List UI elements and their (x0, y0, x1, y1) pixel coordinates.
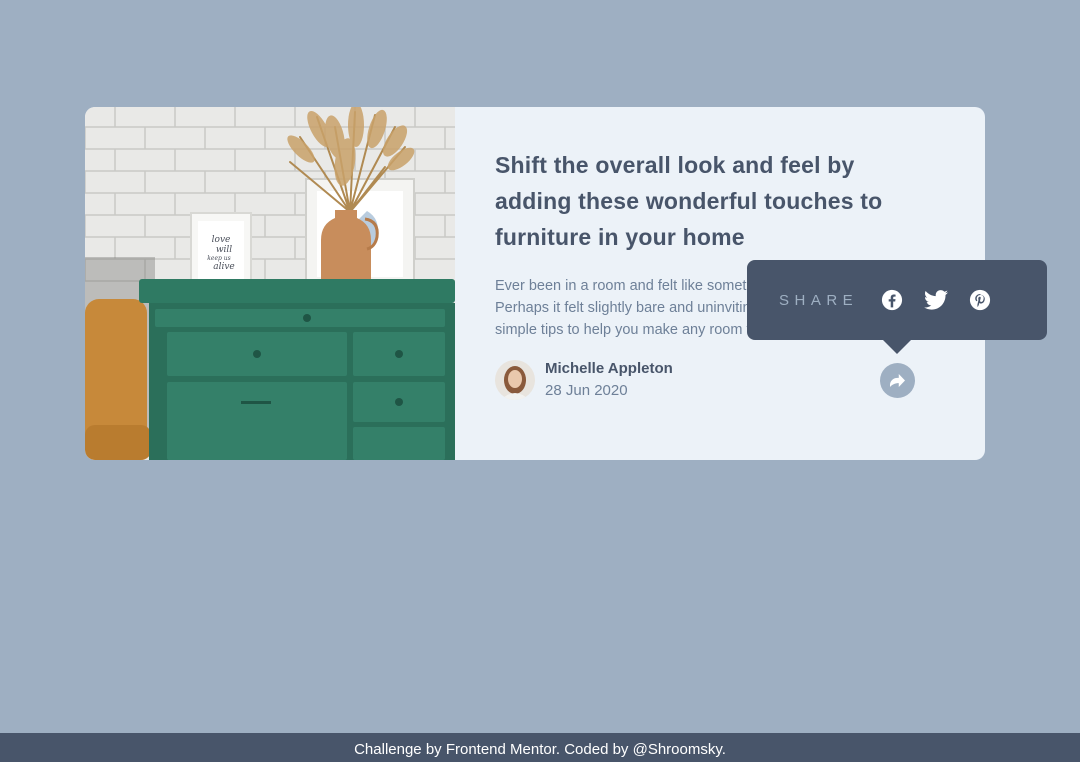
article-headline: Shift the overall look and feel by addin… (495, 152, 883, 250)
svg-text:alive: alive (213, 262, 235, 272)
pinterest-icon[interactable] (968, 288, 992, 312)
author-date: 28 Jun 2020 (545, 382, 628, 399)
svg-text:keep us: keep us (207, 255, 230, 262)
share-button[interactable] (880, 363, 915, 398)
author-info: Michelle Appleton 28 Jun 2020 (495, 358, 673, 402)
share-label: SHARE (779, 291, 859, 309)
footer: Challenge by Frontend Mentor. Coded by @… (0, 733, 1080, 762)
twitter-icon[interactable] (924, 288, 949, 312)
svg-text:love: love (212, 235, 231, 245)
author-name: Michelle Appleton (545, 360, 673, 377)
avatar (495, 360, 535, 400)
share-tooltip: SHARE (747, 260, 1047, 354)
facebook-icon[interactable] (880, 288, 904, 312)
page: love will keep us alive Shift the overal… (0, 0, 1080, 762)
article-image: love will keep us alive (85, 107, 455, 460)
svg-text:will: will (216, 245, 232, 255)
share-icon (890, 374, 905, 387)
